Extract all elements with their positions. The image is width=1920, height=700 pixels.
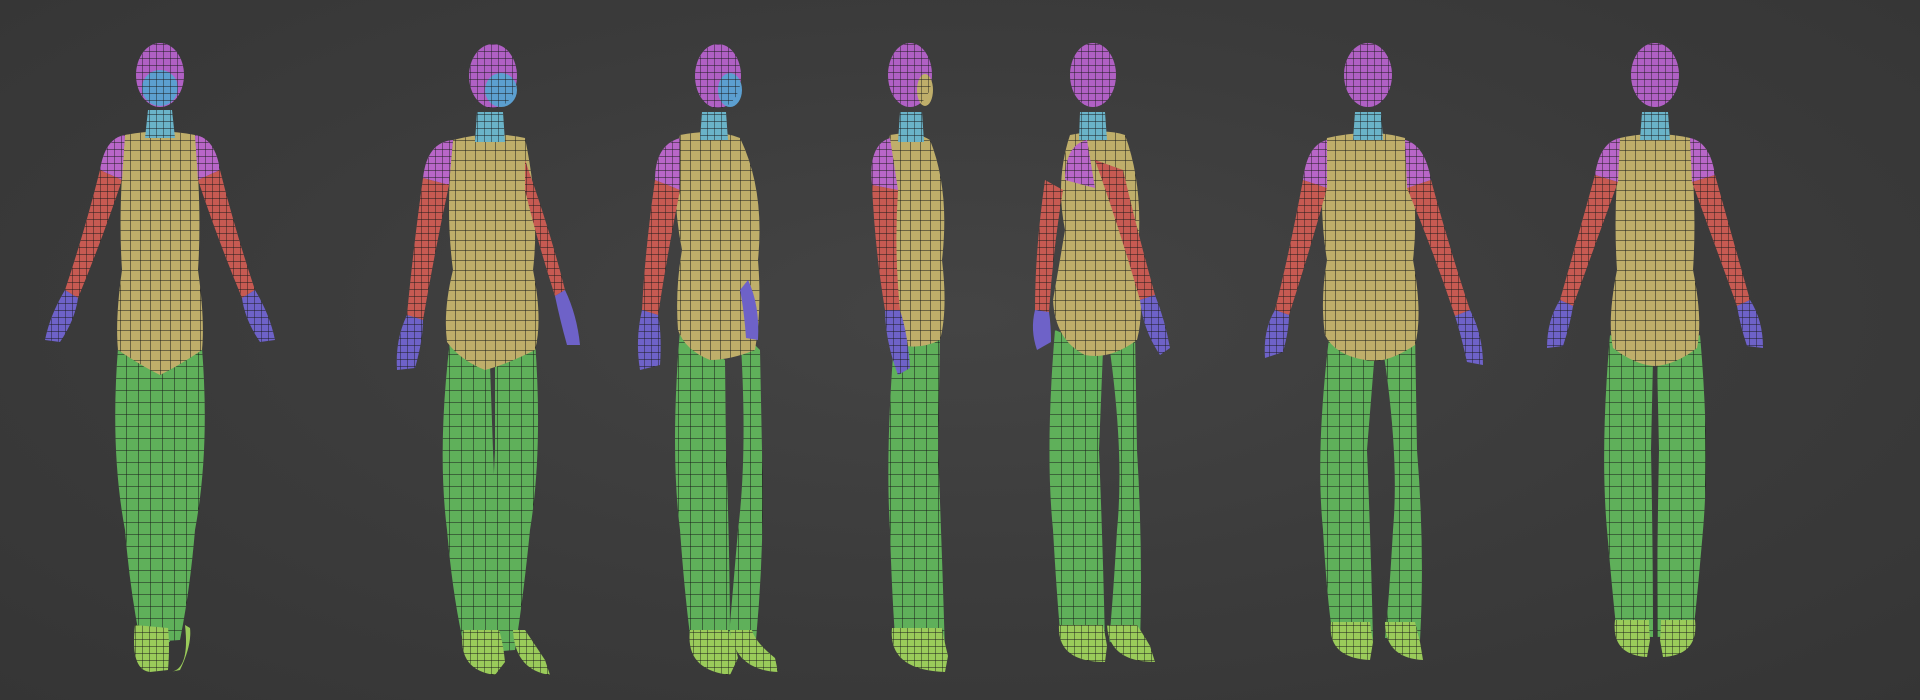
mesh-figure-back-three-quarter-icon — [1255, 30, 1515, 680]
mesh-figure-front-icon — [30, 30, 290, 680]
viewport-canvas — [0, 0, 1920, 700]
mesh-figure-three-quarter-icon — [365, 30, 625, 680]
mesh-figure-back-side-icon — [1025, 30, 1285, 680]
mesh-figure-back-icon — [1525, 30, 1785, 680]
